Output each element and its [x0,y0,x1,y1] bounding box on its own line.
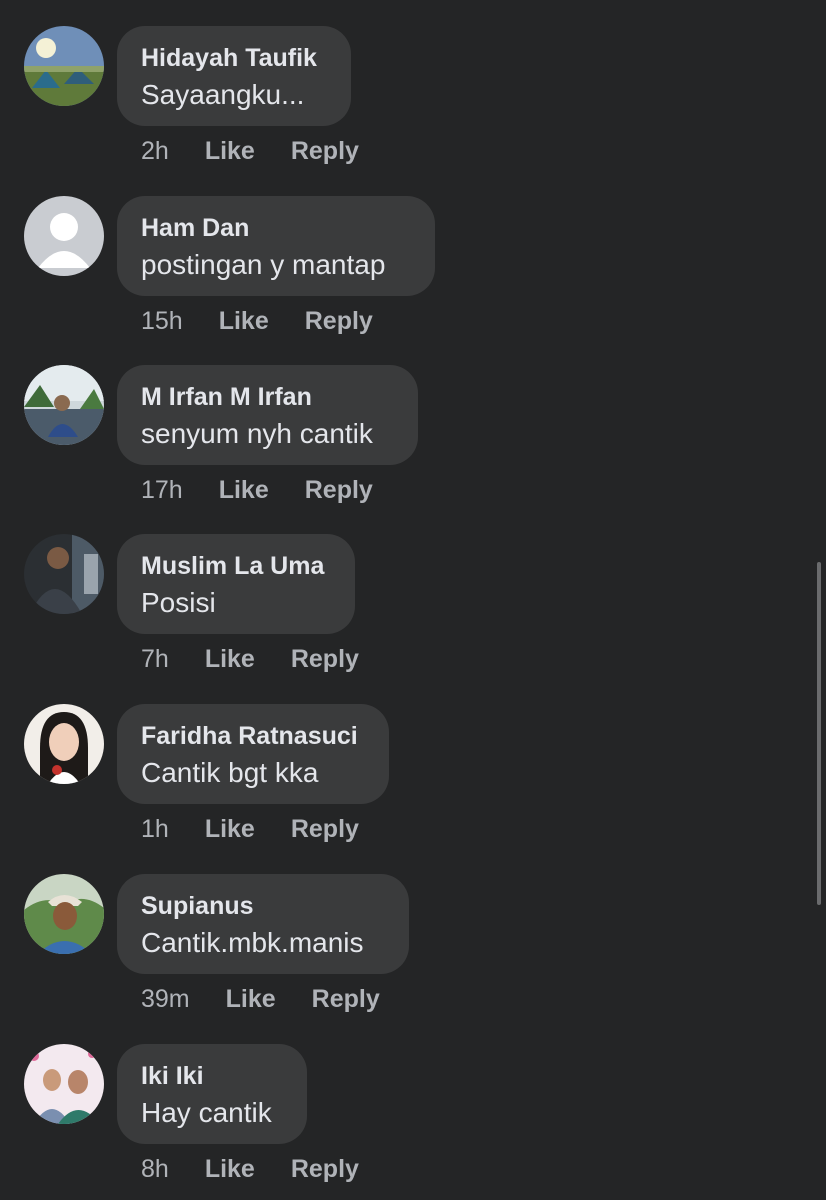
comment-actions: 7h Like Reply [141,644,359,674]
like-button[interactable]: Like [205,645,255,674]
comment-author[interactable]: Faridha Ratnasuci [141,721,365,751]
comment-time[interactable]: 17h [141,476,183,505]
comment-bubble: Ham Dan postingan y mantap [117,196,435,296]
comment-bubble: Supianus Cantik.mbk.manis [117,874,409,974]
comment-text: postingan y mantap [141,249,386,280]
comment-time[interactable]: 15h [141,307,183,336]
comment-actions: 2h Like Reply [141,136,359,166]
reply-button[interactable]: Reply [305,307,373,336]
reply-button[interactable]: Reply [291,815,359,844]
comment-item: Ham Dan postingan y mantap 15h Like Repl… [0,196,826,366]
avatar[interactable] [24,1044,104,1124]
comment-time[interactable]: 2h [141,137,169,166]
comment-text: Sayaangku... [141,79,305,110]
like-button[interactable]: Like [219,307,269,336]
comment-actions: 1h Like Reply [141,814,359,844]
comment-item: M Irfan M Irfan senyum nyh cantik 17h Li… [0,365,826,535]
comment-item: Muslim La Uma Posisi 7h Like Reply [0,534,826,704]
like-button[interactable]: Like [226,985,276,1014]
comment-bubble: Faridha Ratnasuci Cantik bgt kka [117,704,389,804]
avatar[interactable] [24,365,104,445]
comment-bubble: Muslim La Uma Posisi [117,534,355,634]
comment-author[interactable]: Ham Dan [141,213,411,243]
comment-author[interactable]: M Irfan M Irfan [141,382,394,412]
comments-list: Hidayah Taufik Sayaangku... 2h Like Repl… [0,0,826,1200]
comment-text: Posisi [141,587,216,618]
like-button[interactable]: Like [205,815,255,844]
comment-bubble: Hidayah Taufik Sayaangku... [117,26,351,126]
reply-button[interactable]: Reply [305,476,373,505]
comment-item: Iki Iki Hay cantik 8h Like Reply [0,1044,826,1200]
reply-button[interactable]: Reply [291,645,359,674]
comment-author[interactable]: Supianus [141,891,385,921]
comment-time[interactable]: 1h [141,815,169,844]
comment-time[interactable]: 7h [141,645,169,674]
reply-button[interactable]: Reply [312,985,380,1014]
comment-text: Hay cantik [141,1097,272,1128]
avatar[interactable] [24,874,104,954]
comment-text: Cantik bgt kka [141,757,319,788]
scrollbar[interactable] [817,562,821,905]
comment-time[interactable]: 39m [141,985,190,1014]
avatar[interactable] [24,704,104,784]
reply-button[interactable]: Reply [291,137,359,166]
avatar[interactable] [24,196,104,276]
avatar[interactable] [24,26,104,106]
comment-author[interactable]: Hidayah Taufik [141,43,327,73]
comment-author[interactable]: Muslim La Uma [141,551,331,581]
comment-time[interactable]: 8h [141,1155,169,1184]
comment-bubble: Iki Iki Hay cantik [117,1044,307,1144]
comment-author[interactable]: Iki Iki [141,1061,283,1091]
reply-button[interactable]: Reply [291,1155,359,1184]
like-button[interactable]: Like [205,1155,255,1184]
comment-text: senyum nyh cantik [141,418,373,449]
comment-item: Supianus Cantik.mbk.manis 39m Like Reply [0,874,826,1044]
like-button[interactable]: Like [219,476,269,505]
comment-actions: 17h Like Reply [141,475,373,505]
comment-actions: 15h Like Reply [141,306,373,336]
comment-item: Hidayah Taufik Sayaangku... 2h Like Repl… [0,26,826,196]
comment-actions: 8h Like Reply [141,1154,359,1184]
comment-actions: 39m Like Reply [141,984,380,1014]
comment-bubble: M Irfan M Irfan senyum nyh cantik [117,365,418,465]
comment-item: Faridha Ratnasuci Cantik bgt kka 1h Like… [0,704,826,874]
like-button[interactable]: Like [205,137,255,166]
avatar[interactable] [24,534,104,614]
comment-text: Cantik.mbk.manis [141,927,364,958]
